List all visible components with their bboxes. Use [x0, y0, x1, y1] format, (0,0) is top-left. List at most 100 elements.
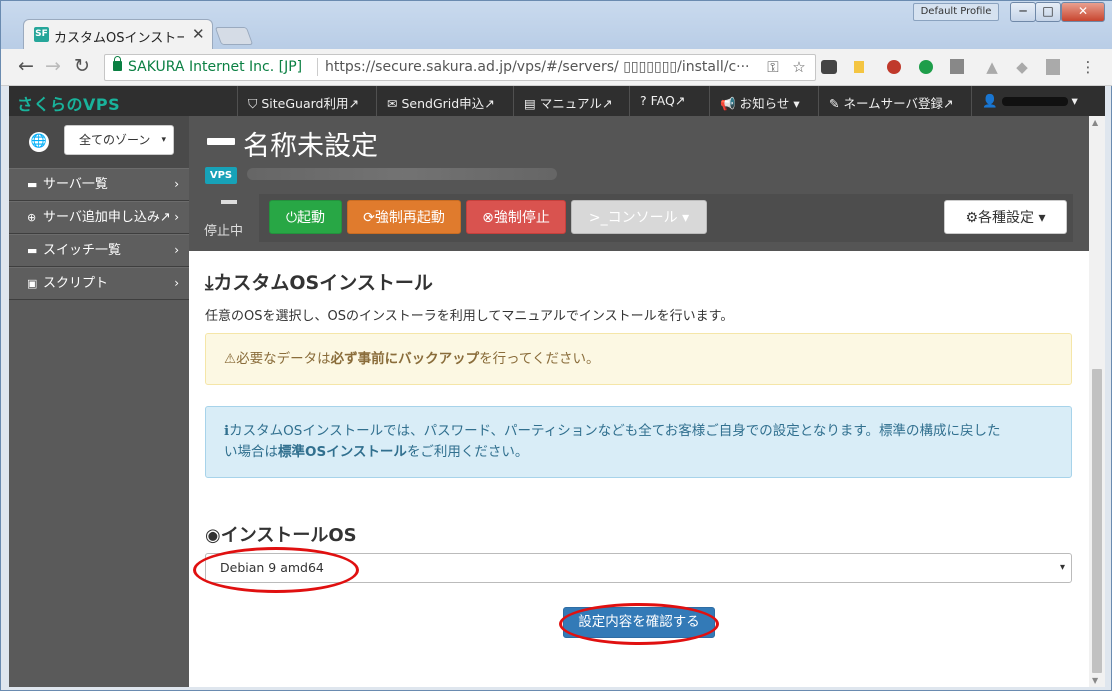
zone-select[interactable]: 全てのゾーン ▾: [64, 125, 174, 155]
zone-select-value: 全てのゾーン: [79, 133, 151, 147]
drive-extension-icon[interactable]: ▲: [983, 58, 1001, 76]
nav-manual[interactable]: ▤ マニュアル↗: [524, 93, 612, 112]
top-navbar: さくらのVPS ⛉ SiteGuard利用↗ ✉ SendGrid申込↗ ▤ マ…: [9, 86, 1105, 116]
url-separator: [317, 58, 318, 76]
custom-os-info-alert: ℹカスタムOSインストールでは、パスワード、パーティションなども全てお客様ご自身…: [205, 406, 1072, 478]
sidebar-item-label: サーバ一覧: [43, 177, 108, 192]
main-content: 名称未設定 VPS 停止中 ⏻起動 ⟳強制再起動 ⊗強制停止 >_コンソール ▾…: [189, 116, 1089, 687]
brand-logo[interactable]: さくらのVPS: [17, 91, 120, 115]
dropbox-extension-icon[interactable]: ◆: [1013, 58, 1031, 76]
server-icon: ▬: [27, 178, 38, 191]
new-tab-button[interactable]: [214, 27, 254, 45]
page-title-text: カスタムOSインストール: [213, 272, 433, 294]
title-bar: Default Profile ─ □ ✕ SF カスタムOSインストー/ ✕: [1, 1, 1112, 49]
caret-down-icon: ▾: [1071, 93, 1078, 108]
sidebar: 🌐 全てのゾーン ▾ ▬ サーバ一覧 › ⊕ サーバ追加申し込み↗ › ▬ スイッチ一覧 › …: [9, 116, 189, 687]
console-button[interactable]: >_コンソール ▾: [571, 200, 707, 234]
edit-icon: ✎: [829, 96, 840, 111]
caret-down-icon: ▾: [1059, 562, 1065, 573]
external-link-icon: ↗: [348, 96, 359, 111]
warning-icon: ⚠: [224, 351, 237, 367]
extension-icon-2[interactable]: [887, 60, 901, 74]
switch-icon: ▬: [27, 244, 38, 257]
sidebar-item-scripts[interactable]: ▣ スクリプト ›: [9, 267, 189, 300]
browser-window: Default Profile ─ □ ✕ SF カスタムOSインストー/ ✕ …: [0, 0, 1112, 691]
extension-icon-3[interactable]: [919, 60, 933, 74]
standard-os-install-link: 標準OSインストール: [278, 444, 407, 460]
key-icon[interactable]: ⚿: [764, 58, 782, 76]
nav-label: ネームサーバ登録: [843, 96, 943, 111]
nav-label: SiteGuard利用: [261, 96, 349, 111]
nav-label: SendGrid申込: [401, 96, 485, 111]
question-icon: ?: [640, 93, 647, 108]
nav-sendgrid[interactable]: ✉ SendGrid申込↗: [387, 93, 495, 112]
sidebar-item-servers[interactable]: ▬ サーバ一覧 ›: [9, 168, 189, 201]
nav-separator: [971, 86, 972, 116]
nav-label: お知らせ: [739, 96, 790, 111]
lock-icon: [113, 56, 122, 71]
sakura-favicon-icon: SF: [34, 27, 49, 42]
chevron-right-icon: ›: [174, 210, 179, 224]
nav-separator: [709, 86, 710, 116]
scroll-up-icon[interactable]: ▲: [1092, 118, 1098, 127]
plus-circle-icon: ⊕: [27, 211, 37, 224]
maximize-button[interactable]: □: [1035, 2, 1061, 22]
pdf-extension-icon[interactable]: [1046, 59, 1060, 75]
info-text: カスタムOSインストールでは、パスワード、パーティションなども全てお客様ご自身で…: [229, 423, 1001, 439]
sidebar-item-switches[interactable]: ▬ スイッチ一覧 ›: [9, 234, 189, 267]
close-window-button[interactable]: ✕: [1061, 2, 1105, 22]
scroll-thumb[interactable]: [1092, 369, 1102, 673]
caret-down-icon: ▾: [793, 96, 800, 111]
page-scrollbar[interactable]: ▲ ▼: [1089, 116, 1105, 687]
server-action-bar: ⏻起動 ⟳強制再起動 ⊗強制停止 >_コンソール ▾ ⚙各種設定 ▾: [259, 194, 1073, 242]
sidebar-item-label: スクリプト: [43, 276, 109, 291]
settings-button[interactable]: ⚙各種設定 ▾: [944, 200, 1067, 234]
force-restart-button[interactable]: ⟳強制再起動: [347, 200, 461, 234]
user-icon: 👤: [982, 93, 998, 108]
nav-label: FAQ: [650, 93, 675, 108]
sidebar-item-label: サーバ追加申し込み↗: [43, 210, 171, 225]
nav-user-menu[interactable]: 👤 ▾: [982, 93, 1078, 109]
nav-siteguard[interactable]: ⛉ SiteGuard利用↗: [248, 93, 359, 112]
back-icon[interactable]: ←: [18, 55, 34, 77]
status-indicator-icon: [221, 200, 237, 204]
warning-text: 必要なデータは: [236, 351, 331, 367]
page-description: 任意のOSを選択し、OSのインストーラを利用してマニュアルでインストールを行いま…: [205, 309, 734, 324]
tab-close-icon[interactable]: ✕: [192, 25, 205, 43]
pocket-extension-icon[interactable]: [821, 60, 837, 74]
sidebar-item-label: スイッチ一覧: [43, 243, 122, 258]
server-status: 停止中: [203, 194, 255, 246]
globe-icon: 🌐: [29, 132, 49, 152]
profile-button[interactable]: Default Profile: [913, 3, 999, 21]
start-button[interactable]: ⏻起動: [269, 200, 342, 234]
status-label: 停止中: [204, 224, 244, 239]
nav-separator: [818, 86, 819, 116]
force-stop-button[interactable]: ⊗強制停止: [466, 200, 566, 234]
url-text[interactable]: https://secure.sakura.ad.jp/vps/#/server…: [325, 59, 750, 75]
extension-icon-4[interactable]: [950, 59, 964, 74]
nav-nameserver[interactable]: ✎ ネームサーバ登録↗: [829, 93, 953, 112]
redacted-server-info: [247, 168, 557, 180]
nav-news[interactable]: 📢 お知らせ ▾: [720, 93, 800, 112]
sidebar-item-add-server[interactable]: ⊕ サーバ追加申し込み↗ ›: [9, 201, 189, 234]
page-title: ⤓カスタムOSインストール: [205, 268, 433, 295]
nav-separator: [376, 86, 377, 116]
warning-emphasis: 必ず事前にバックアップ: [330, 351, 480, 367]
external-link-icon: ↗: [674, 93, 686, 108]
minimize-button[interactable]: ─: [1010, 2, 1036, 22]
external-link-icon: ↗: [601, 96, 613, 111]
nav-faq[interactable]: ? FAQ↗: [640, 93, 685, 108]
reload-icon[interactable]: ↻: [74, 55, 90, 77]
nav-separator: [629, 86, 630, 116]
nav-separator: [513, 86, 514, 116]
server-name: 名称未設定: [243, 131, 378, 162]
forward-icon[interactable]: →: [45, 55, 61, 77]
info-text: い場合は: [224, 444, 278, 460]
browser-menu-icon[interactable]: ⋮: [1079, 58, 1097, 76]
bookmark-star-icon[interactable]: ☆: [790, 58, 808, 76]
info-text: をご利用ください。: [406, 444, 529, 460]
browser-tab[interactable]: SF カスタムOSインストー/ ✕: [23, 19, 213, 49]
extension-icon-1[interactable]: [854, 61, 864, 73]
vps-badge: VPS: [205, 167, 237, 184]
scroll-down-icon[interactable]: ▼: [1092, 676, 1098, 685]
